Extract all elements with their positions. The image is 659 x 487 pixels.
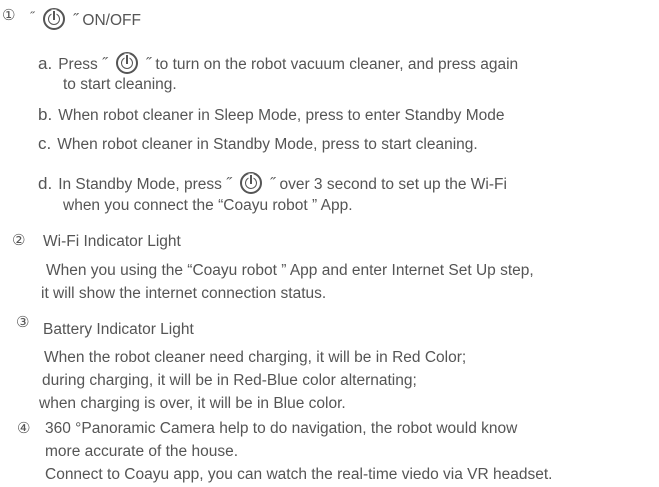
item-text: In Standby Mode, press ˝ <box>58 176 232 193</box>
item-text: Press ˝ <box>58 56 108 73</box>
item-marker: ④ <box>17 419 31 437</box>
list-letter: a. <box>38 54 53 73</box>
item-marker: ③ <box>16 313 30 331</box>
item-text: during charging, it will be in Red-Blue … <box>42 372 417 389</box>
list-item: c. When robot cleaner in Standby Mode, pr… <box>38 135 478 154</box>
item-text: more accurate of the house. <box>45 443 239 460</box>
item-text: when charging is over, it will be in Blu… <box>39 395 346 412</box>
item-text: 360 °Panoramic Camera help to do navigat… <box>45 420 518 437</box>
title-suffix: ˝ ON/OFF <box>72 12 141 29</box>
item-title: ˝ ˝ ON/OFF <box>30 8 141 30</box>
list-letter: d. <box>38 174 53 193</box>
list-item: b. When robot cleaner in Sleep Mode, pres… <box>38 106 505 125</box>
item-marker: ② <box>12 231 26 249</box>
item-marker: ① <box>2 6 16 24</box>
item-text: When robot cleaner in Sleep Mode, press … <box>58 107 505 124</box>
item-text: ˝ to turn on the robot vacuum cleaner, a… <box>145 56 519 73</box>
item-text: When robot cleaner in Standby Mode, pres… <box>57 136 478 153</box>
item-text: When the robot cleaner need charging, it… <box>44 349 467 366</box>
list-letter: b. <box>38 105 53 124</box>
list-letter: c. <box>38 134 52 153</box>
list-item-continuation: when you connect the “Coayu robot ” App. <box>63 197 353 214</box>
item-text: it will show the internet connection sta… <box>41 285 327 302</box>
item-text: When you using the “Coayu robot ” App an… <box>46 262 534 279</box>
title-prefix: ˝ <box>30 9 35 24</box>
power-icon <box>239 172 262 194</box>
item-text: Connect to Coayu app, you can watch the … <box>45 466 553 483</box>
item-text: ˝ over 3 second to set up the Wi-Fi <box>269 176 507 193</box>
list-item-continuation: to start cleaning. <box>63 76 177 93</box>
item-title: Battery Indicator Light <box>43 321 194 338</box>
item-title: Wi-Fi Indicator Light <box>43 233 181 250</box>
power-icon <box>115 52 138 74</box>
power-icon <box>42 8 65 30</box>
list-item: a. Press ˝ ˝ to turn on the robot vacuum … <box>38 52 518 74</box>
list-item: d. In Standby Mode, press ˝ ˝ over 3 seco… <box>38 172 507 194</box>
